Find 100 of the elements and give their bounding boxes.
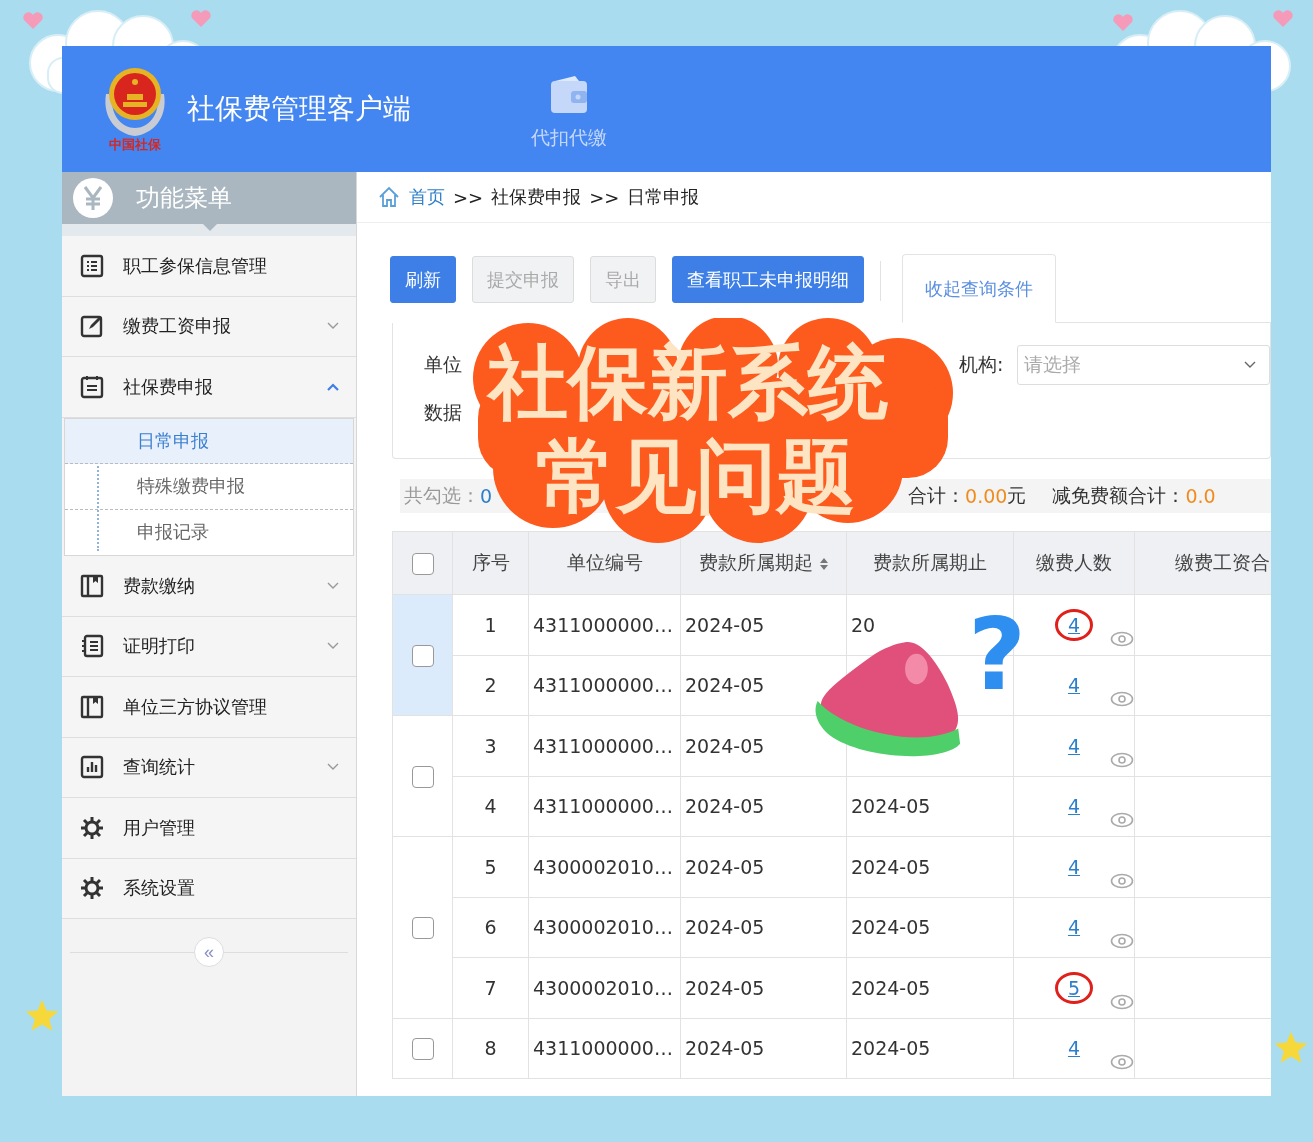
column-header: 单位编号 [528, 531, 681, 595]
table-cell: 2024-05 [846, 1018, 1014, 1079]
breadcrumb-separator: >> [453, 186, 484, 208]
summary-unit: 元 [1007, 483, 1027, 508]
count-link[interactable]: 4 [1054, 669, 1094, 702]
org-select[interactable]: 请选择 [1017, 345, 1270, 385]
column-header: 缴费人数 [1013, 531, 1135, 595]
filter-label: 单位 [424, 352, 462, 377]
column-header: 序号 [452, 531, 529, 595]
list-icon [79, 252, 105, 279]
table-cell: 8 [452, 1018, 529, 1079]
count-link[interactable]: 4 [1054, 790, 1094, 823]
submenu-item[interactable]: 特殊缴费申报 [65, 464, 353, 510]
table-cell: 4311000000… [528, 1018, 681, 1079]
row-checkbox[interactable] [411, 644, 434, 667]
table-cell: 3 [452, 715, 529, 776]
edit-icon [79, 313, 105, 340]
column-header: 费款所属期止 [846, 531, 1014, 595]
gear-icon [79, 875, 105, 902]
summary-value: 0 [480, 485, 493, 507]
breadcrumb-separator: >> [589, 186, 620, 208]
row-checkbox[interactable] [411, 1038, 434, 1060]
clipboard-icon [79, 373, 105, 400]
table-cell: 2024-05 [846, 957, 1014, 1018]
table-cell: 2024-05 [680, 1018, 847, 1079]
app-title: 社保费管理客户端 [187, 91, 411, 127]
toolbar-button[interactable]: 查看职工未申报明细 [672, 256, 864, 303]
count-link[interactable]: 4 [1054, 729, 1094, 762]
eye-icon[interactable] [1110, 1054, 1134, 1071]
table-cell: 2 [452, 655, 529, 716]
summary-label: 共勾选： [404, 483, 480, 508]
heart-icon [190, 10, 212, 28]
summary-label: 合计： [908, 483, 966, 508]
table-cell: 4 [452, 776, 529, 837]
submenu-item[interactable]: 申报记录 [65, 509, 353, 555]
select-all-checkbox[interactable] [411, 552, 434, 575]
breadcrumb-item: 日常申报 [627, 185, 700, 209]
table-cell: 1 [452, 594, 529, 655]
table-cell: 4311000000… [528, 655, 681, 716]
table-cell: 4311000000… [528, 594, 681, 655]
heart-icon [1272, 10, 1294, 28]
eye-icon[interactable] [1110, 691, 1134, 708]
book-icon [79, 572, 105, 599]
toolbar-button[interactable]: 刷新 [390, 256, 456, 303]
table-cell: 2024-05 [680, 594, 847, 655]
count-link[interactable]: 5 [1054, 971, 1094, 1004]
sort-icon[interactable] [818, 556, 829, 571]
submenu-item[interactable]: 日常申报 [65, 418, 353, 464]
column-header: 缴费工资合 [1134, 531, 1271, 595]
table-cell: 7 [452, 957, 529, 1018]
count-link[interactable]: 4 [1054, 911, 1094, 944]
table-cell: 4300002010… [528, 957, 681, 1018]
row-checkbox[interactable] [411, 765, 434, 788]
chart-icon [79, 754, 105, 781]
sticker-title: 社保新系统 [488, 342, 888, 422]
table-cell: 4311000000… [528, 776, 681, 837]
table-cell: 2024-05 [680, 897, 847, 958]
logo-caption: 中国社保 [109, 136, 161, 154]
menu-title: 功能菜单 [136, 183, 232, 214]
table-cell: 6 [452, 897, 529, 958]
table-cell: 5 [452, 836, 529, 897]
summary-label: 减免费额合计： [1052, 483, 1186, 508]
collapse-filters-tab[interactable]: 收起查询条件 [902, 254, 1056, 323]
table-cell: 2024-05 [846, 897, 1014, 958]
heart-icon [1112, 14, 1134, 32]
table-cell: 4300002010… [528, 897, 681, 958]
row-checkbox[interactable] [411, 917, 434, 939]
eye-icon[interactable] [1110, 812, 1134, 829]
table-cell: 4300002010… [528, 836, 681, 897]
gear-icon [79, 814, 105, 841]
nav-item[interactable]: 代扣代缴 [531, 75, 607, 151]
column-header: 费款所属期起 [680, 531, 847, 595]
breadcrumb-link[interactable]: 首页 [409, 185, 445, 209]
eye-icon[interactable] [1110, 751, 1134, 768]
breadcrumb-item: 社保费申报 [491, 185, 582, 209]
eye-icon[interactable] [1110, 630, 1134, 647]
filter-label: 数据 [424, 400, 462, 425]
sticker-title: 常见问题 [536, 436, 856, 516]
table-cell: 4311000000… [528, 715, 681, 776]
book-icon [79, 693, 105, 720]
summary-value: 0.0 [1185, 485, 1216, 507]
filter-label: 机构: [959, 352, 1004, 377]
table-cell: 2024-05 [680, 776, 847, 837]
home-icon[interactable] [377, 185, 401, 209]
count-link[interactable]: 4 [1054, 608, 1094, 641]
summary-value: 0.00 [965, 485, 1008, 507]
table-cell: 2024-05 [846, 776, 1014, 837]
table-cell: 2024-05 [680, 836, 847, 897]
document-icon [79, 633, 105, 660]
eye-icon[interactable] [1110, 993, 1134, 1010]
eye-icon[interactable] [1110, 872, 1134, 889]
wallet-icon [549, 75, 589, 115]
yen-icon [72, 177, 114, 219]
chevron-down-icon [1243, 360, 1257, 370]
collapse-button[interactable]: « [194, 937, 224, 967]
count-link[interactable]: 4 [1054, 850, 1094, 883]
count-link[interactable]: 4 [1054, 1032, 1094, 1065]
heart-icon [22, 12, 44, 30]
table-cell: 2024-05 [846, 836, 1014, 897]
eye-icon[interactable] [1110, 933, 1134, 950]
